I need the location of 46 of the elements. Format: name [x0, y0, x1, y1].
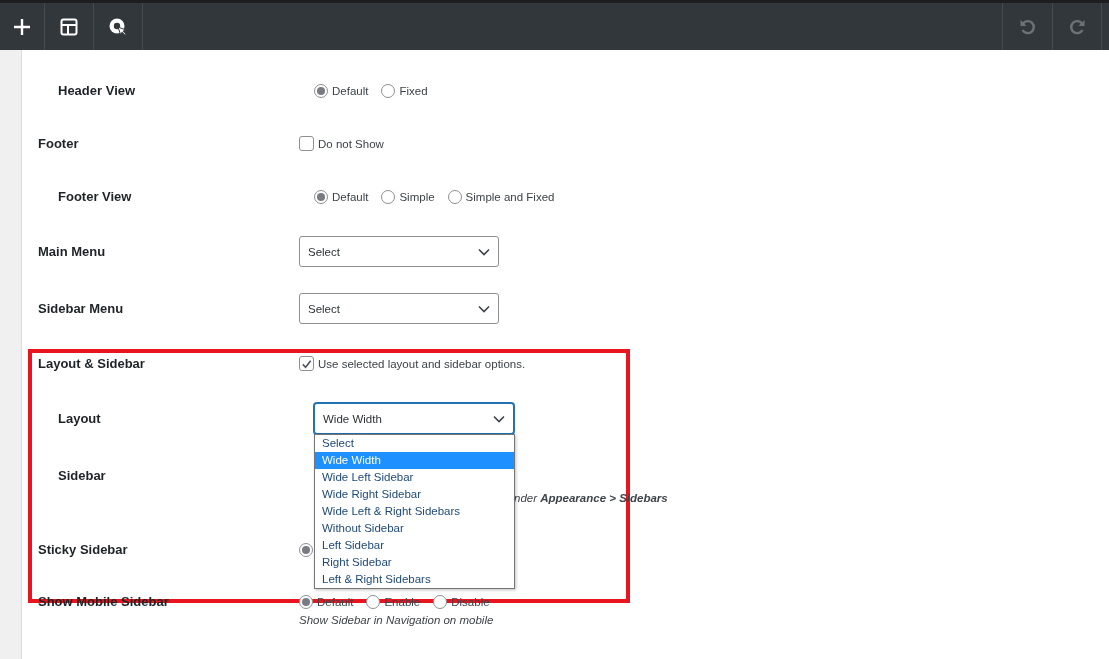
- radio-label[interactable]: Default: [332, 84, 369, 97]
- radio-button[interactable]: [314, 83, 328, 98]
- checkbox[interactable]: [299, 356, 314, 371]
- setting-label: Layout & Sidebar: [38, 356, 146, 371]
- radio-label[interactable]: Fixed: [399, 84, 428, 97]
- setting-label: Main Menu: [38, 244, 107, 259]
- plus-icon: [12, 16, 32, 37]
- setting-label: Footer View: [57, 189, 133, 204]
- radio-label[interactable]: Simple and Fixed: [465, 190, 555, 203]
- radio-button[interactable]: [299, 542, 313, 557]
- setting-label: Sidebar Menu: [38, 301, 125, 316]
- dropdown-option[interactable]: Wide Left & Right Sidebars: [315, 503, 514, 520]
- dropdown-option[interactable]: Wide Left Sidebar: [315, 469, 514, 486]
- setting-label: Header View: [57, 83, 137, 98]
- dropdown-option[interactable]: Right Sidebar: [315, 554, 514, 571]
- chevron-down-icon: [478, 304, 490, 313]
- checkbox-label[interactable]: Use selected layout and sidebar options.: [318, 357, 526, 370]
- radio-label[interactable]: Default: [332, 190, 369, 203]
- radio-button[interactable]: [447, 189, 462, 204]
- setting-label: Footer: [38, 136, 80, 151]
- checkbox[interactable]: [299, 136, 314, 151]
- dropdown-option[interactable]: Wide Right Sidebar: [315, 486, 514, 503]
- chevron-down-icon: [478, 247, 490, 256]
- radio-label[interactable]: Simple: [399, 190, 435, 203]
- dropdown-option[interactable]: Without Sidebar: [315, 520, 514, 537]
- select-field[interactable]: Select: [299, 236, 499, 267]
- select-field[interactable]: Wide Width: [314, 403, 514, 434]
- setting-label: Sidebar: [57, 466, 107, 485]
- dropdown-option[interactable]: Left & Right Sidebars: [315, 571, 514, 588]
- radio-button[interactable]: [314, 189, 328, 204]
- setting-label: Layout: [57, 411, 102, 426]
- select-field[interactable]: Select: [299, 293, 499, 324]
- radio-button[interactable]: [366, 595, 381, 609]
- cursor-target-icon: [108, 16, 128, 37]
- setting-label: Show Mobile Sidebar: [38, 594, 170, 609]
- checkbox-label[interactable]: Do not Show: [318, 137, 384, 150]
- setting-label: Sticky Sidebar: [38, 542, 129, 557]
- dropdown-option[interactable]: Select: [315, 435, 514, 452]
- chevron-down-icon: [493, 414, 505, 423]
- layout-icon: [59, 16, 79, 37]
- dropdown-option[interactable]: Left Sidebar: [315, 537, 514, 554]
- radio-button[interactable]: [381, 189, 396, 204]
- radio-button[interactable]: [381, 83, 396, 98]
- hint-text: Show Sidebar in Navigation on mobile: [299, 614, 495, 626]
- radio-button[interactable]: [299, 595, 313, 609]
- radio-button[interactable]: [433, 595, 448, 609]
